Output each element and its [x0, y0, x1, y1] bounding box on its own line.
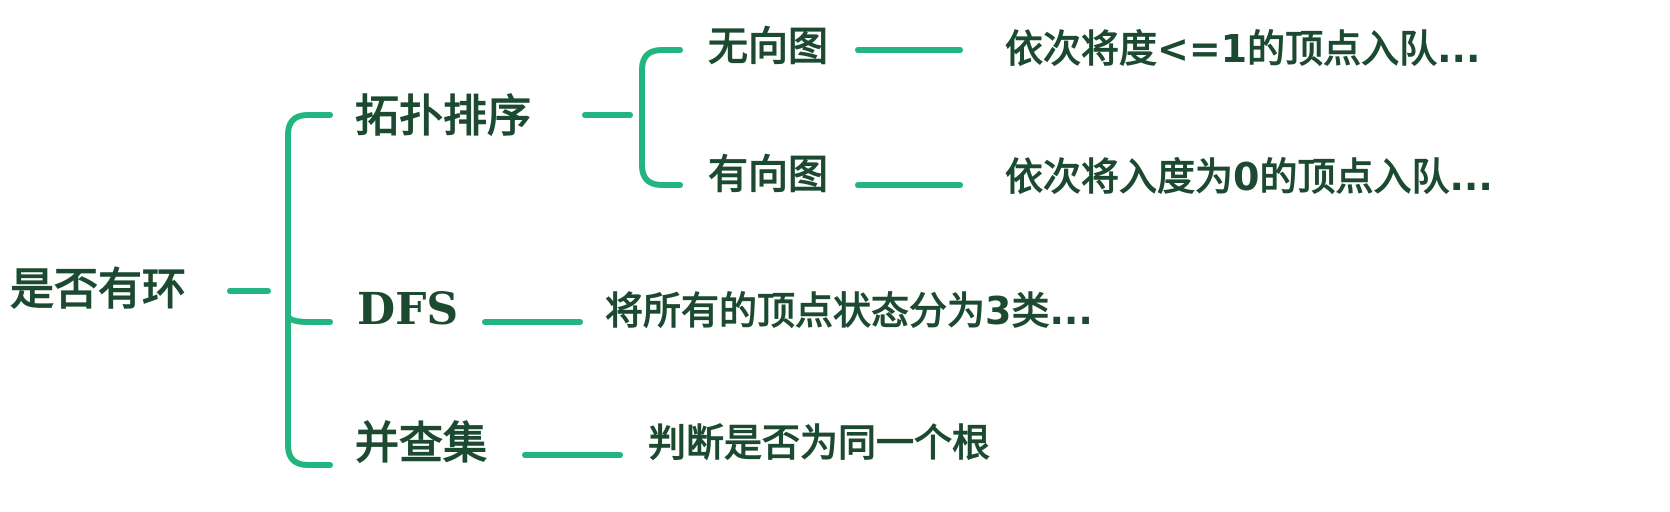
node-directed-graph: 有向图: [708, 152, 828, 198]
branch-topological-sort: 拓扑排序: [355, 91, 531, 142]
detail-undirected: 依次将度<=1的顶点入队...: [1005, 27, 1481, 71]
detail-dfs: 将所有的顶点状态分为3类...: [605, 289, 1093, 333]
mind-map: 是否有环 拓扑排序 DFS 并查集 无向图 有向图 依次将度<=1的顶点入队..…: [0, 0, 1670, 512]
branch-union-find: 并查集: [355, 418, 487, 469]
branch-dfs: DFS: [357, 284, 459, 335]
detail-directed: 依次将入度为0的顶点入队...: [1005, 155, 1493, 199]
connector-root-bracket: [285, 112, 333, 468]
node-undirected-graph: 无向图: [708, 24, 828, 70]
connector-dfs-branch: [285, 312, 333, 325]
detail-union-find: 判断是否为同一个根: [648, 421, 991, 465]
root-node: 是否有环: [10, 264, 186, 315]
connector-topo-bracket: [639, 47, 683, 188]
